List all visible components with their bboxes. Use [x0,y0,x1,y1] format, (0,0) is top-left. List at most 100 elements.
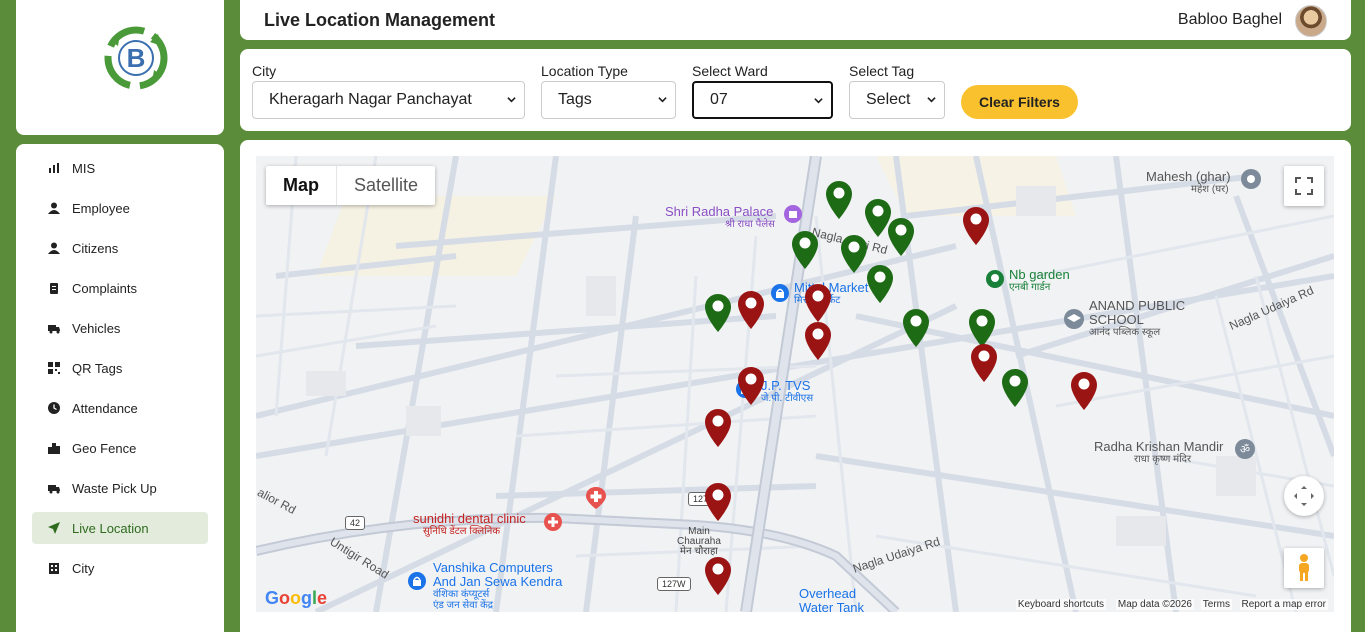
place-mahesh[interactable]: Mahesh (ghar) महेश (घर) [1146,170,1231,196]
nav-label: MIS [72,160,96,176]
logo-panel: B [16,0,224,135]
pegman-icon [1299,554,1309,581]
place-jp-tvs[interactable]: J.P. TVS जे.पी. टीवीएस [761,379,813,405]
terms-link[interactable]: Terms [1200,599,1232,610]
place-anand-school[interactable]: ANAND PUBLIC SCHOOL आनंद पब्लिक स्कूल [1089,299,1185,339]
ward-select[interactable]: 07 [692,81,833,119]
location-pin-green-icon[interactable] [901,308,931,348]
location-pin-red-icon[interactable] [961,206,991,246]
location-pin-red-icon[interactable] [1069,371,1099,411]
nav-item-geo-fence[interactable]: Geo Fence [32,432,208,464]
city-select-value: Kheragarh Nagar Panchayat [269,91,472,108]
map-type-satellite[interactable]: Satellite [336,166,435,205]
nav-label: Citizens [72,240,119,256]
poi-shopping-icon [771,284,789,302]
map-canvas[interactable]: Map Satellite Shri Radha Palace श्री राध… [256,156,1334,612]
clipboard-icon [48,282,60,294]
tag-select[interactable]: Select [849,81,945,119]
nav-item-citizens[interactable]: Citizens [32,232,208,264]
user-icon [48,242,60,254]
place-radha-krishan-mandir[interactable]: Radha Krishan Mandir राधा कृष्ण मंदिर [1094,440,1223,466]
filter-bar: City Kheragarh Nagar Panchayat Location … [240,49,1351,131]
fullscreen-icon [1295,177,1313,195]
tag-label: Select Tag [849,63,915,79]
report-map-error-link[interactable]: Report a map error [1239,599,1328,610]
nav-label: Geo Fence [72,440,137,456]
poi-school-icon [1064,309,1084,329]
location-type-value: Tags [558,91,592,108]
location-pin-red-icon[interactable] [703,408,733,448]
map-data-label: Map data ©2026 [1115,599,1194,610]
location-pin-red-icon[interactable] [969,343,999,383]
location-pin-red-icon[interactable] [803,283,833,323]
ward-value: 07 [710,91,728,108]
location-pin-red-icon[interactable] [736,290,766,330]
chevron-down-icon [658,97,667,103]
road-shield: 127W [657,577,691,591]
location-pin-green-icon[interactable] [865,264,895,304]
truck-icon [48,482,60,494]
nav-item-employee[interactable]: Employee [32,192,208,224]
nav-item-complaints[interactable]: Complaints [32,272,208,304]
user-name: Babloo Baghel [1177,11,1282,28]
nav-item-live-location[interactable]: Live Location [32,512,208,544]
nav-item-qr-tags[interactable]: QR Tags [32,352,208,384]
poi-home-icon [1241,169,1261,189]
chart-icon [48,162,60,174]
place-nb-garden[interactable]: Nb garden एनबी गार्डन [1009,268,1070,294]
nav-item-city[interactable]: City [32,552,208,584]
clock-icon [48,402,60,414]
place-main-chauraha[interactable]: Main Chauraha मेन चौराहा [677,527,721,557]
city-select[interactable]: Kheragarh Nagar Panchayat [252,81,525,119]
location-type-select[interactable]: Tags [541,81,676,119]
location-pin-red-icon[interactable] [736,366,766,406]
poi-hospital-icon [586,487,606,509]
map-type-map[interactable]: Map [266,166,336,205]
location-pin-green-icon[interactable] [886,217,916,257]
sidebar: MIS Employee Citizens Complaints Vehicle… [16,144,224,632]
location-pin-red-icon[interactable] [703,556,733,596]
place-overhead-tank[interactable]: Overhead Water Tank [799,587,864,613]
building-icon [48,562,60,574]
nav-item-attendance[interactable]: Attendance [32,392,208,424]
place-radha-palace[interactable]: Shri Radha Palace श्री राधा पैलेस [665,205,775,231]
google-logo: Google [265,588,328,608]
keyboard-shortcuts-link[interactable]: Keyboard shortcuts [1015,599,1106,610]
place-sunidhi-dental[interactable]: sunidhi dental clinic सुनिधि डेंटल क्लिन… [413,512,526,538]
chevron-down-icon [507,97,516,103]
nav-item-vehicles[interactable]: Vehicles [32,312,208,344]
nav-label: Waste Pick Up [72,480,157,496]
fullscreen-button[interactable] [1284,166,1324,206]
street-view-pegman[interactable] [1284,548,1324,588]
location-pin-green-icon[interactable] [1000,368,1030,408]
svg-text:ॐ: ॐ [1240,443,1250,456]
location-pin-green-icon[interactable] [790,230,820,270]
nav-item-mis[interactable]: MIS [32,152,208,184]
page-title: Live Location Management [264,10,496,30]
nav-label: Attendance [72,400,138,416]
location-arrow-icon [48,522,60,534]
location-pin-green-icon[interactable] [967,308,997,348]
page-header: Live Location Management Babloo Baghel [240,0,1351,40]
map-panel: Map Satellite Shri Radha Palace श्री राध… [240,140,1351,632]
svg-text:B: B [127,43,146,73]
location-pin-green-icon[interactable] [703,293,733,333]
nav-label: Employee [72,200,130,216]
ward-label: Select Ward [692,63,768,79]
chevron-down-icon [927,97,936,103]
location-type-label: Location Type [541,63,628,79]
app-logo: B [104,26,168,90]
map-pan-control[interactable] [1284,476,1324,516]
city-label: City [252,63,277,79]
move-icon [1294,486,1314,506]
location-pin-red-icon[interactable] [703,482,733,522]
avatar[interactable] [1295,5,1327,37]
clear-filters-button[interactable]: Clear Filters [961,85,1078,119]
location-pin-red-icon[interactable] [803,321,833,361]
place-vanshika-computers[interactable]: Vanshika Computers And Jan Sewa Kendra व… [433,561,562,612]
location-pin-green-icon[interactable] [824,180,854,220]
map-type-control: Map Satellite [266,166,436,205]
nav-item-waste-pick-up[interactable]: Waste Pick Up [32,472,208,504]
nav-label: Complaints [72,280,138,296]
nav-label: Vehicles [72,320,121,336]
